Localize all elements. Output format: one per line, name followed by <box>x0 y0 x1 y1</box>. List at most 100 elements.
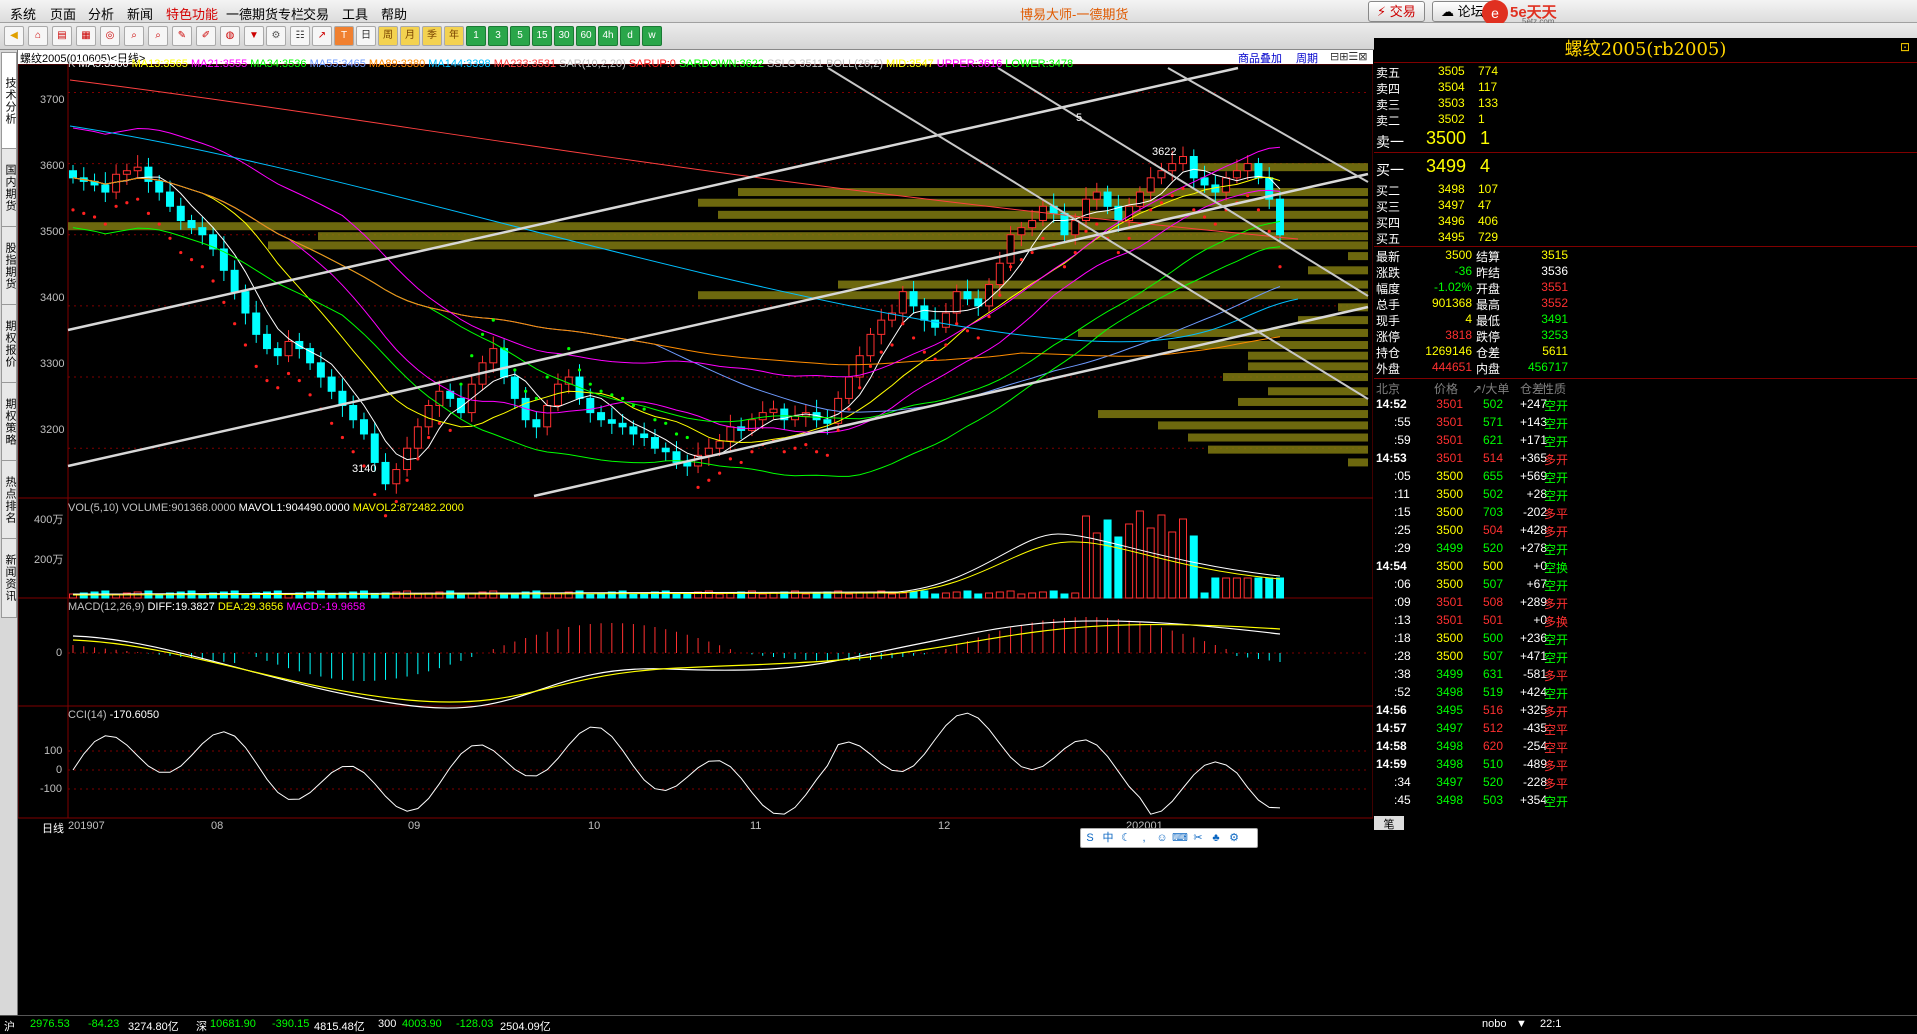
period-3m[interactable]: 3 <box>488 26 508 46</box>
ime-skin-icon[interactable]: ♣ <box>1207 829 1225 847</box>
ime-tools-icon[interactable]: ✂ <box>1189 829 1207 847</box>
side-tab-option-strategy[interactable]: 期权策略 <box>1 382 17 462</box>
trade-button[interactable]: ⚡ 交易 <box>1368 1 1425 22</box>
period-60m[interactable]: 60 <box>576 26 596 46</box>
ime-keyboard-icon[interactable]: ⌨ <box>1171 829 1189 847</box>
ask-row[interactable]: 卖四 3504 117 <box>1374 80 1917 96</box>
ask-row[interactable]: 卖一 3500 1 <box>1374 128 1917 150</box>
target-icon[interactable]: ◎ <box>100 26 120 46</box>
ask-row[interactable]: 卖三 3503 133 <box>1374 96 1917 112</box>
book-icon[interactable]: ▤ <box>52 26 72 46</box>
period-5m[interactable]: 5 <box>510 26 530 46</box>
volume-bar <box>995 591 1004 599</box>
menu-item-help[interactable]: 帮助 <box>381 4 407 23</box>
tick-row[interactable]: :13 3501 501 +0 多换 <box>1374 612 1917 630</box>
side-tab-domestic-futures[interactable]: 国内期货 <box>1 148 17 228</box>
menu-item-analysis[interactable]: 分析 <box>88 4 114 23</box>
tick-row[interactable]: 14:56 3495 516 +325 多开 <box>1374 702 1917 720</box>
tick-row[interactable]: :45 3498 503 +354 空开 <box>1374 792 1917 810</box>
tick-row[interactable]: :05 3500 655 +569 空开 <box>1374 468 1917 486</box>
side-tab-news[interactable]: 新闻资讯 <box>1 538 17 618</box>
tick-row[interactable]: :52 3498 519 +424 空开 <box>1374 684 1917 702</box>
ime-chinese-icon[interactable]: 中 <box>1099 829 1117 847</box>
menu-item-trade[interactable]: 交易 <box>303 4 329 23</box>
draw-icon[interactable]: ✐ <box>196 26 216 46</box>
main-chart[interactable] <box>18 64 1373 1015</box>
ime-logo-icon[interactable]: S <box>1081 829 1099 847</box>
side-tab-technical[interactable]: 技术分析 <box>1 52 17 150</box>
tick-row[interactable]: :18 3500 500 +236 空开 <box>1374 630 1917 648</box>
expand-icon[interactable]: ⊡ <box>1900 40 1910 54</box>
ime-smile-icon[interactable]: ☺ <box>1153 829 1171 847</box>
side-tab-hot-ranking[interactable]: 热点排名 <box>1 460 17 540</box>
period-year[interactable]: 年 <box>444 26 464 46</box>
index-sh-label: 沪 <box>4 1021 15 1033</box>
tick-row[interactable]: :29 3499 520 +278 空开 <box>1374 540 1917 558</box>
bid-row[interactable]: 买四 3496 406 <box>1374 214 1917 230</box>
input-method-toolbar[interactable]: S 中 ☾, ☺ ⌨ ✂ ♣ ⚙ <box>1080 828 1258 848</box>
tick-row[interactable]: 14:59 3498 510 -489 多平 <box>1374 756 1917 774</box>
ring-icon[interactable]: ◍ <box>220 26 240 46</box>
settings-icon[interactable]: ⚙ <box>266 26 286 46</box>
ime-comma-icon[interactable]: , <box>1135 829 1153 847</box>
tick-row[interactable]: :06 3500 507 +67 空开 <box>1374 576 1917 594</box>
candle-body <box>1038 205 1047 222</box>
pen-icon[interactable]: ✎ <box>172 26 192 46</box>
tick-row[interactable]: :25 3500 504 +428 多开 <box>1374 522 1917 540</box>
period-4h[interactable]: 4h <box>598 26 618 46</box>
bid-row[interactable]: 买五 3495 729 <box>1374 230 1917 246</box>
tick-volume: 571 <box>1482 415 1503 429</box>
menu-item-system[interactable]: 系统 <box>10 4 36 23</box>
bid-row[interactable]: 买一 3499 4 <box>1374 156 1917 178</box>
menu-item-special[interactable]: 特色功能 <box>166 4 218 23</box>
menu-item-page[interactable]: 页面 <box>50 4 76 23</box>
period-weekly[interactable]: w <box>642 26 662 46</box>
funnel-icon[interactable]: ▼ <box>244 26 264 46</box>
ime-settings-icon[interactable]: ⚙ <box>1225 829 1243 847</box>
tick-row[interactable]: :09 3501 508 +289 多开 <box>1374 594 1917 612</box>
tick-row[interactable]: :15 3500 703 -202 多平 <box>1374 504 1917 522</box>
sar-dot <box>825 453 829 457</box>
bid-row[interactable]: 买三 3497 47 <box>1374 198 1917 214</box>
tick-row[interactable]: :11 3500 502 +28 空开 <box>1374 486 1917 504</box>
tick-row[interactable]: :55 3501 571 +143 空开 <box>1374 414 1917 432</box>
ask-row[interactable]: 卖二 3502 1 <box>1374 112 1917 128</box>
tab-trades[interactable]: 笔 <box>1374 816 1404 831</box>
day-icon[interactable]: 日 <box>356 26 376 46</box>
ask-row[interactable]: 卖五 3505 774 <box>1374 64 1917 80</box>
search-icon[interactable]: ⌕ <box>148 26 168 46</box>
tick-row[interactable]: 14:58 3498 620 -254 空平 <box>1374 738 1917 756</box>
tick-row[interactable]: 14:57 3497 512 -435 空平 <box>1374 720 1917 738</box>
period-week[interactable]: 周 <box>378 26 398 46</box>
tick-price: 3498 <box>1436 793 1463 807</box>
layout-icon[interactable]: ⊟⊞☰⊠ <box>1330 50 1368 63</box>
trend-icon[interactable]: ↗ <box>312 26 332 46</box>
period-1m[interactable]: 1 <box>466 26 486 46</box>
period-30m[interactable]: 30 <box>554 26 574 46</box>
home-icon[interactable]: ⌂ <box>28 26 48 46</box>
period-day[interactable]: d <box>620 26 640 46</box>
table-icon[interactable]: ☷ <box>290 26 310 46</box>
period-quarter[interactable]: 季 <box>422 26 442 46</box>
grid-icon[interactable]: ▦ <box>76 26 96 46</box>
tick-row[interactable]: 14:53 3501 514 +365 多开 <box>1374 450 1917 468</box>
tick-row[interactable]: 14:54 3500 500 +0 空换 <box>1374 558 1917 576</box>
ime-moon-icon[interactable]: ☾ <box>1117 829 1135 847</box>
back-icon[interactable]: ◀ <box>4 26 24 46</box>
zoom-icon[interactable]: ⌕ <box>124 26 144 46</box>
period-month[interactable]: 月 <box>400 26 420 46</box>
side-tab-index-futures[interactable]: 股指期货 <box>1 226 17 306</box>
tick-row[interactable]: :34 3497 520 -228 多平 <box>1374 774 1917 792</box>
bid-row[interactable]: 买二 3498 107 <box>1374 182 1917 198</box>
menu-item-tools[interactable]: 工具 <box>342 4 368 23</box>
tick-icon[interactable]: T <box>334 26 354 46</box>
tick-row[interactable]: :38 3499 631 -581 多平 <box>1374 666 1917 684</box>
period-15m[interactable]: 15 <box>532 26 552 46</box>
stats-row: 涨停 3818 跌停 3253 <box>1374 328 1917 344</box>
menu-item-news[interactable]: 新闻 <box>127 4 153 23</box>
tick-row[interactable]: :28 3500 507 +471 空开 <box>1374 648 1917 666</box>
side-tab-option-quotes[interactable]: 期权报价 <box>1 304 17 384</box>
tick-row[interactable]: :59 3501 621 +171 空开 <box>1374 432 1917 450</box>
tick-row[interactable]: 14:52 3501 502 +247 空开 <box>1374 396 1917 414</box>
menu-item-yide-column[interactable]: 一德期货专栏 <box>226 4 304 23</box>
